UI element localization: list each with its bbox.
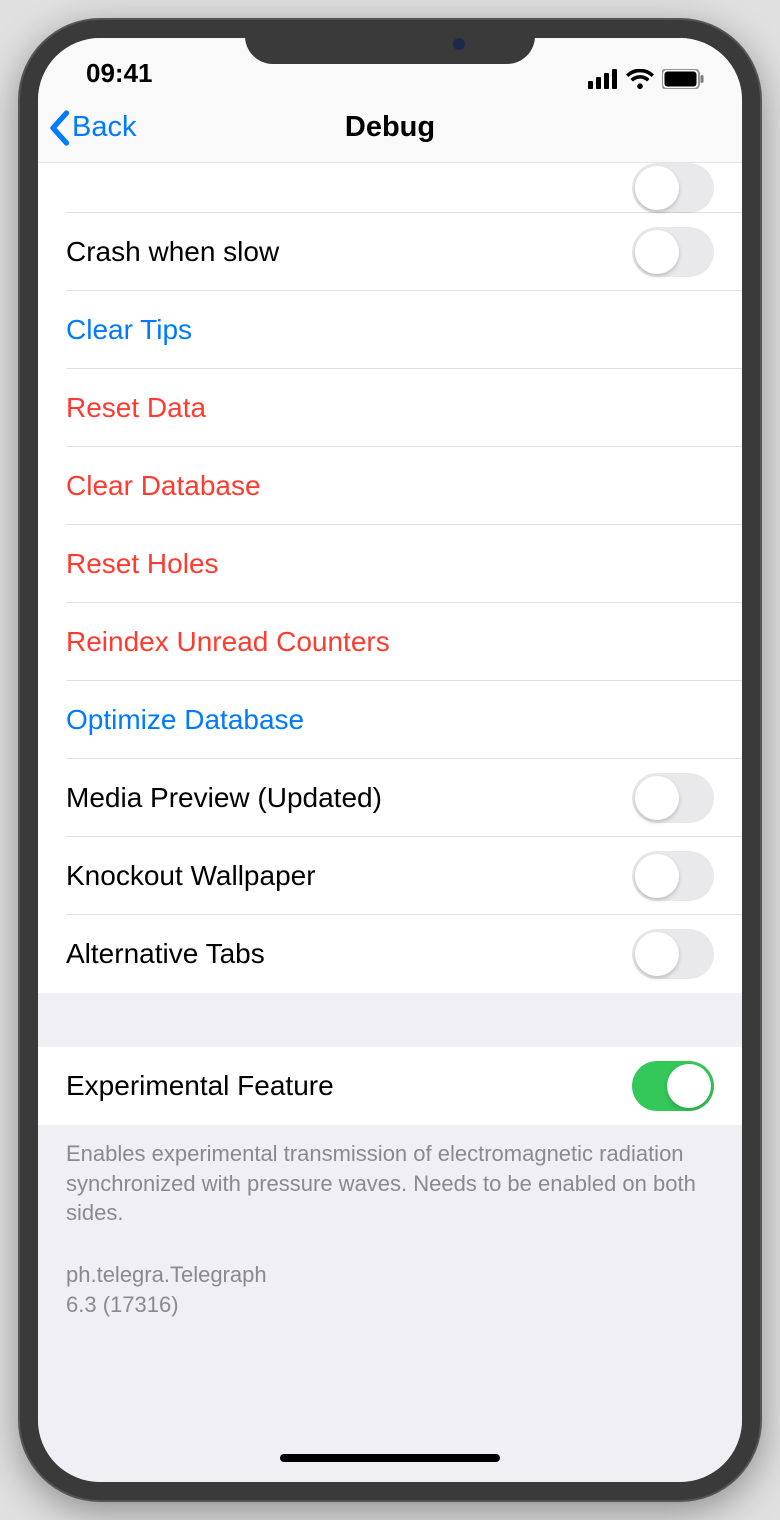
battery-icon [662, 69, 704, 89]
row-knockout-wallpaper[interactable]: Knockout Wallpaper [38, 837, 742, 915]
status-time: 09:41 [86, 58, 153, 89]
row-reindex-unread[interactable]: Reindex Unread Counters [38, 603, 742, 681]
switch-toggle[interactable] [632, 227, 714, 277]
row-crash-when-slow[interactable]: Crash when slow [38, 213, 742, 291]
row-label: Reset Holes [66, 548, 219, 580]
settings-group-main: Crash when slow Clear Tips Reset Data Cl… [38, 163, 742, 993]
switch-toggle[interactable] [632, 773, 714, 823]
content-scroll[interactable]: Crash when slow Clear Tips Reset Data Cl… [38, 163, 742, 1482]
cellular-signal-icon [588, 69, 618, 89]
row-label: Reset Data [66, 392, 206, 424]
back-button[interactable]: Back [48, 110, 136, 146]
home-indicator[interactable] [280, 1454, 500, 1462]
row-label: Clear Database [66, 470, 261, 502]
row-label: Experimental Feature [66, 1070, 334, 1102]
switch-toggle[interactable] [632, 163, 714, 213]
row-partial-previous[interactable] [38, 163, 742, 213]
row-label: Optimize Database [66, 704, 304, 736]
navigation-bar: Back Debug [38, 93, 742, 163]
row-reset-holes[interactable]: Reset Holes [38, 525, 742, 603]
phone-frame: 09:41 Back Debug [20, 20, 760, 1500]
row-label: Knockout Wallpaper [66, 860, 316, 892]
row-label: Media Preview (Updated) [66, 782, 382, 814]
bundle-id: ph.telegra.Telegraph [66, 1260, 714, 1290]
status-right [588, 69, 704, 89]
switch-toggle[interactable] [632, 1061, 714, 1111]
row-alternative-tabs[interactable]: Alternative Tabs [38, 915, 742, 993]
row-label: Crash when slow [66, 236, 279, 268]
switch-toggle[interactable] [632, 851, 714, 901]
row-clear-tips[interactable]: Clear Tips [38, 291, 742, 369]
build-number: 6.3 (17316) [66, 1290, 714, 1320]
settings-group-experimental: Experimental Feature [38, 1047, 742, 1125]
row-experimental-feature[interactable]: Experimental Feature [38, 1047, 742, 1125]
section-gap [38, 993, 742, 1047]
switch-toggle[interactable] [632, 929, 714, 979]
row-reset-data[interactable]: Reset Data [38, 369, 742, 447]
row-clear-database[interactable]: Clear Database [38, 447, 742, 525]
screen: 09:41 Back Debug [38, 38, 742, 1482]
device-notch [245, 20, 535, 64]
row-media-preview[interactable]: Media Preview (Updated) [38, 759, 742, 837]
row-label: Clear Tips [66, 314, 192, 346]
row-label: Reindex Unread Counters [66, 626, 390, 658]
back-label: Back [72, 111, 136, 144]
experimental-footer: Enables experimental transmission of ele… [38, 1125, 742, 1236]
wifi-icon [626, 69, 654, 89]
chevron-left-icon [48, 110, 70, 146]
row-optimize-database[interactable]: Optimize Database [38, 681, 742, 759]
version-footer: ph.telegra.Telegraph 6.3 (17316) [38, 1236, 742, 1343]
page-title: Debug [38, 111, 742, 144]
row-label: Alternative Tabs [66, 938, 265, 970]
